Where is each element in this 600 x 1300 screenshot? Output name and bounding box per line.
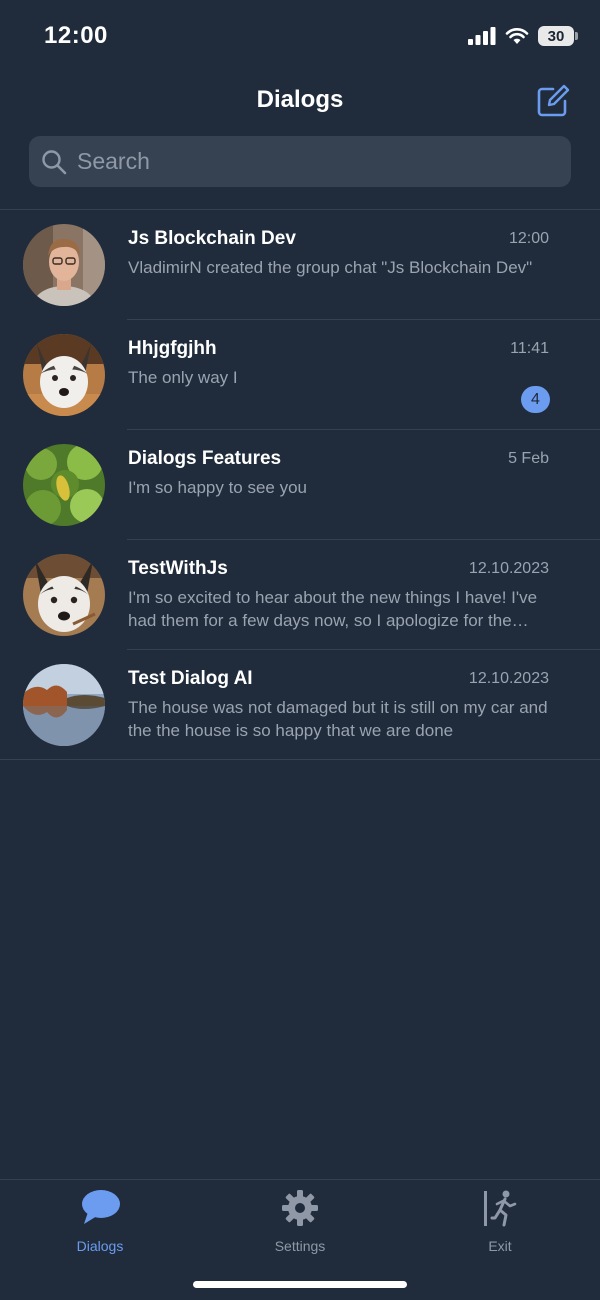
status-icons: 30 <box>468 25 578 47</box>
chat-bubble-icon <box>82 1190 120 1224</box>
search-icon <box>42 149 67 174</box>
avatar <box>23 224 105 306</box>
tab-exit[interactable]: Exit <box>440 1188 560 1258</box>
status-bar: 12:00 30 <box>0 0 600 72</box>
avatar <box>23 554 105 636</box>
dialog-name: Hhjgfgjhh <box>128 338 217 359</box>
dialog-time: 12.10.2023 <box>468 560 549 577</box>
compose-icon <box>537 84 570 117</box>
exit-icon <box>484 1190 517 1227</box>
home-indicator <box>193 1281 407 1288</box>
status-time: 12:00 <box>44 22 108 49</box>
tab-settings[interactable]: Settings <box>240 1188 360 1258</box>
battery-level: 30 <box>547 27 565 45</box>
dialog-name: Dialogs Features <box>128 448 282 469</box>
dialog-row[interactable]: TestWithJs 12.10.2023 I'm so excited to … <box>0 540 600 650</box>
tab-label: Settings <box>274 1238 326 1254</box>
search-bar[interactable] <box>29 136 571 187</box>
tab-label: Exit <box>488 1238 512 1254</box>
dialog-row[interactable]: Hhjgfgjhh 11:41 The only way I 4 <box>0 320 600 430</box>
dialog-preview: The only way I <box>128 368 238 387</box>
dialog-time: 11:41 <box>510 340 549 357</box>
avatar <box>23 444 105 526</box>
tab-label: Dialogs <box>76 1238 124 1254</box>
page-title: Dialogs <box>256 86 344 113</box>
dialog-time: 12:00 <box>508 230 549 247</box>
dialog-preview: VladimirN created the group chat "Js Blo… <box>128 258 533 277</box>
dialog-name: Js Blockchain Dev <box>128 228 296 249</box>
dialog-row[interactable]: Dialogs Features 5 Feb I'm so happy to s… <box>0 430 600 540</box>
battery-icon: 30 <box>538 26 578 46</box>
search-input[interactable] <box>77 148 557 175</box>
compose-button[interactable] <box>536 84 570 118</box>
wifi-icon <box>505 28 529 44</box>
row-divider <box>0 759 600 760</box>
nav-header: Dialogs <box>0 72 600 132</box>
dialog-row[interactable]: Test Dialog AI 12.10.2023 The house was … <box>0 650 600 760</box>
dialog-time: 5 Feb <box>508 450 549 467</box>
dialog-name: Test Dialog AI <box>128 668 253 689</box>
gear-icon <box>282 1190 318 1226</box>
dialog-name: TestWithJs <box>128 558 228 579</box>
avatar <box>23 664 105 746</box>
dialog-time: 12.10.2023 <box>468 670 549 687</box>
unread-badge: 4 <box>521 386 550 413</box>
dialog-list: Js Blockchain Dev 12:00 VladimirN create… <box>0 210 600 760</box>
cellular-signal-icon <box>468 27 496 45</box>
dialog-row[interactable]: Js Blockchain Dev 12:00 VladimirN create… <box>0 210 600 320</box>
avatar <box>23 334 105 416</box>
tab-dialogs[interactable]: Dialogs <box>40 1188 160 1258</box>
dialog-preview: I'm so happy to see you <box>128 478 308 497</box>
dialog-preview: I'm so excited to hear about the new thi… <box>128 588 538 630</box>
dialog-preview: The house was not damaged but it is stil… <box>128 698 548 740</box>
